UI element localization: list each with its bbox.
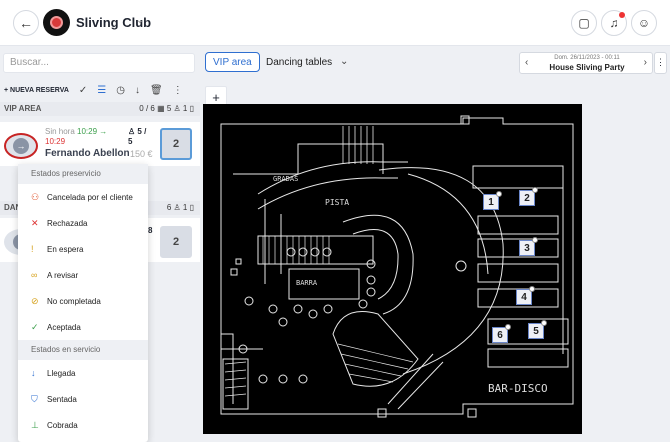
date-label: Dom. 26/11/2023 - 00:11	[554, 55, 620, 61]
status-dropdown: Estados preservicio ⚇ Cancelada por el cl…	[18, 164, 148, 442]
bell-icon: ♫	[609, 16, 619, 30]
tab-vip-area[interactable]: VIP area	[205, 52, 260, 72]
more-vertical-icon: ⋮	[656, 57, 665, 67]
glasses-icon: ∞	[31, 270, 38, 280]
more-vertical-icon[interactable]: ⋮	[173, 85, 183, 96]
new-reservation-button[interactable]: + NUEVA RESERVA	[4, 87, 69, 94]
label-pista: PISTA	[325, 198, 350, 207]
reservation-time: Sin hora 10:29 →	[45, 127, 108, 136]
reservation-toolbar: + NUEVA RESERVA ✓ ☰ ◷ ↓ 🗑 ⋮	[0, 80, 200, 100]
check-icon: ✓	[31, 321, 39, 332]
area-counts: 0 / 6 ▦ 5 ♙ 1 ▯	[139, 104, 194, 113]
tab-dancing-tables[interactable]: Dancing tables	[258, 52, 340, 72]
table-5[interactable]: 5	[528, 320, 547, 339]
check-icon[interactable]: ✓	[79, 85, 87, 96]
floor-plan: GRADAS PISTA BARRA BAR-DISCO 1 2 3 4 5 6	[203, 104, 582, 434]
chat-icon: ▢	[578, 16, 590, 30]
back-button[interactable]: ←	[13, 10, 39, 36]
label-barra: BARRA	[296, 279, 318, 287]
club-logo	[43, 9, 70, 36]
notification-badge	[619, 12, 625, 18]
area-name: VIP AREA	[4, 104, 42, 113]
table-badge[interactable]: 2	[160, 226, 192, 258]
trash-icon[interactable]: 🗑	[150, 85, 163, 96]
table-1[interactable]: 1	[483, 191, 502, 210]
area-header-vip[interactable]: VIP AREA 0 / 6 ▦ 5 ♙ 1 ▯	[0, 102, 200, 116]
reservation-pax: 8	[148, 226, 153, 235]
more-button[interactable]: ⋮	[654, 52, 667, 74]
back-arrow-icon: ←	[19, 15, 33, 31]
x-icon: ✕	[31, 217, 39, 228]
section-inservice: Estados en servicio	[18, 340, 148, 360]
label-gradas: GRADAS	[273, 175, 299, 183]
date-navigator: ‹ Dom. 26/11/2023 - 00:11 House Sliving …	[519, 52, 653, 74]
table-3[interactable]: 3	[519, 237, 538, 256]
status-arrived[interactable]: ↓ Llegada	[18, 360, 148, 386]
exclamation-icon: !	[31, 244, 34, 254]
status-accepted[interactable]: ✓ Aceptada	[18, 314, 148, 340]
clock-icon[interactable]: ◷	[116, 85, 125, 96]
area-counts: 6 ♙ 1 ▯	[166, 203, 194, 212]
no-check-icon: ⊘	[31, 295, 39, 306]
arrow-right-icon: →	[13, 138, 29, 154]
reservation-time-red: 10:29	[45, 137, 66, 146]
floor-toolbar: VIP area Dancing tables ⌄ ‹ Dom. 26/11/2…	[200, 46, 670, 78]
arrow-down-icon[interactable]: ↓	[135, 85, 140, 96]
arrow-down-icon: ↓	[31, 368, 36, 378]
reservation-name: Fernando Abellon	[45, 148, 130, 159]
reservation-price: 150 €	[130, 149, 153, 159]
reservation-card[interactable]: → Sin hora 10:29 → 10:29 Fernando Abello…	[0, 122, 200, 166]
table-6[interactable]: 6	[492, 324, 511, 343]
notifications-button[interactable]: ♫	[601, 10, 627, 36]
search-input[interactable]: Buscar...	[3, 53, 195, 73]
table-badge[interactable]: 2	[160, 128, 192, 160]
status-to-review[interactable]: ∞ A revisar	[18, 262, 148, 288]
event-label: House Sliving Party	[549, 63, 625, 72]
chevron-down-icon[interactable]: ⌄	[340, 56, 348, 67]
user-button[interactable]: ☺	[631, 10, 657, 36]
status-paid[interactable]: ⊥ Cobrada	[18, 412, 148, 438]
status-seated[interactable]: ⛉ Sentada	[18, 386, 148, 412]
status-cancelled-by-client[interactable]: ⚇ Cancelada por el cliente	[18, 184, 148, 210]
user-x-icon: ⚇	[31, 191, 40, 202]
cash-icon: ⊥	[31, 419, 39, 430]
table-2[interactable]: 2	[519, 187, 538, 206]
list-icon[interactable]: ☰	[97, 85, 106, 96]
section-preservice: Estados preservicio	[18, 164, 148, 184]
status-not-completed[interactable]: ⊘ No completada	[18, 288, 148, 314]
status-button[interactable]: →	[4, 133, 38, 159]
status-waiting[interactable]: ! En espera	[18, 236, 148, 262]
reservation-pax-total: 5	[128, 137, 133, 146]
label-bar-disco: BAR-DISCO	[488, 382, 548, 395]
seat-icon: ⛉	[31, 393, 38, 404]
chevron-down-icon[interactable]: ⌄	[136, 15, 144, 26]
status-rejected[interactable]: ✕ Rechazada	[18, 210, 148, 236]
chat-button[interactable]: ▢	[571, 10, 597, 36]
user-icon: ☺	[637, 16, 651, 30]
table-4[interactable]: 4	[516, 286, 535, 305]
top-bar: ← Sliving Club ⌄ ▢ ♫ ☺	[0, 0, 670, 46]
reservation-pax: ♙ 5 /	[128, 127, 147, 136]
chevron-right-icon[interactable]: ›	[644, 57, 647, 68]
